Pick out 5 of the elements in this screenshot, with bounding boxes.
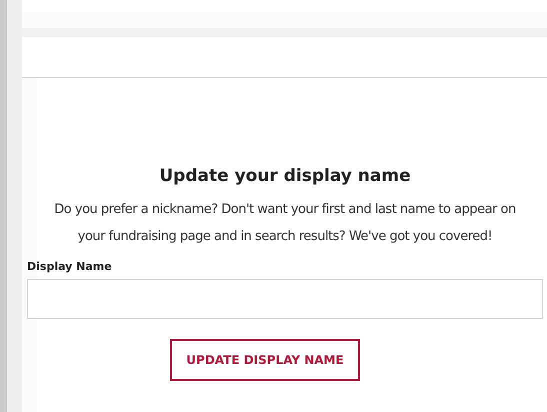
dialog-title: Update your display name xyxy=(158,166,412,186)
field-label: Display Name xyxy=(27,260,113,273)
display-name-field[interactable] xyxy=(27,279,543,319)
description-text: Do you prefer a nickname? Don't want your first and last name to appear on your fundraising page and in search results? We've got you covered! xyxy=(53,201,517,246)
update-display-name-button[interactable]: UPDATE DISPLAY NAME xyxy=(170,339,360,381)
